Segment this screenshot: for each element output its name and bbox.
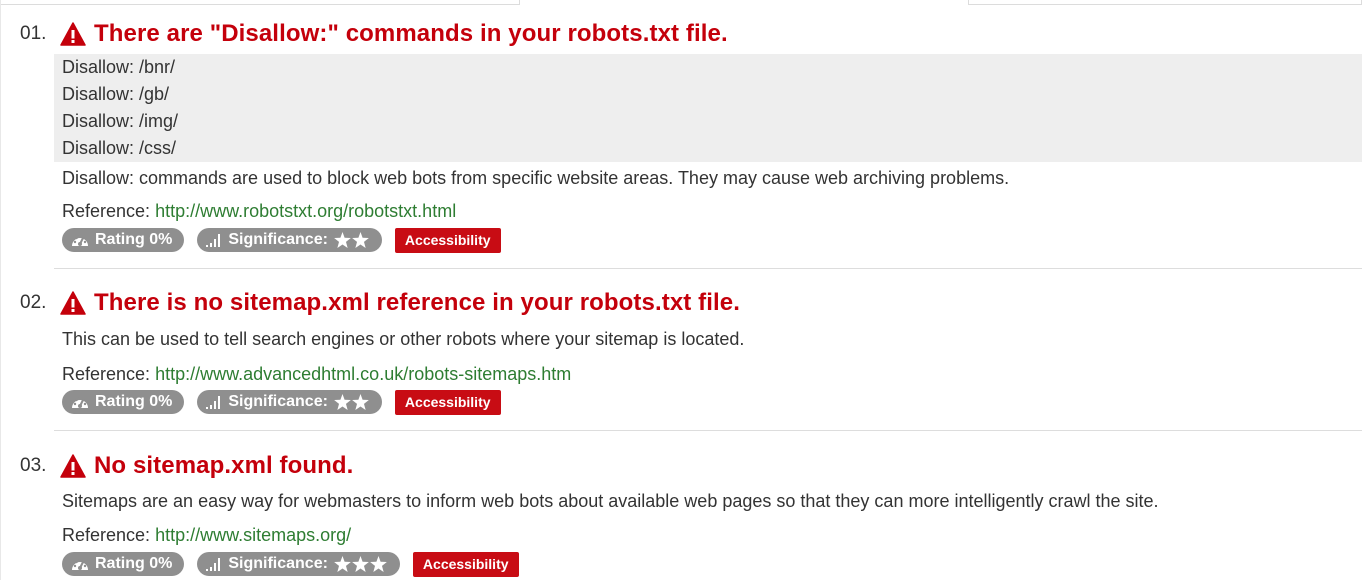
warning-triangle-icon [60,22,86,46]
signal-bars-icon [206,234,221,247]
item-divider [54,268,1362,269]
significance-badge: Significance: [197,228,382,252]
issue-number: 03. [20,455,47,476]
reference-link[interactable]: http://www.robotstxt.org/robotstxt.html [155,201,456,221]
robots-disallow-code: Disallow: /bnr/ Disallow: /gb/ Disallow:… [54,54,1362,162]
star-icon [352,394,369,410]
tab-edge-right[interactable] [968,0,1362,5]
signal-bars-icon [206,558,221,571]
tab-edge-left[interactable] [0,0,520,5]
issue-badges: Rating 0% Significance: Accessibility [62,227,501,253]
significance-label: Significance: [228,231,328,248]
issue-description: Disallow: commands are used to block web… [62,168,1010,188]
top-tab-bar [0,0,1362,6]
reference-label: Reference: [62,364,151,384]
rating-badge: Rating 0% [62,552,185,576]
issue-title: There is no sitemap.xml reference in you… [94,289,740,316]
dashboard-gauge-icon [72,234,88,246]
significance-label: Significance: [228,393,328,410]
reference-label: Reference: [62,201,151,221]
issue-badges: Rating 0% Significance: Accessibility [62,389,501,415]
star-icon [370,556,387,572]
issue-description: This can be used to tell search engines … [62,329,745,349]
reference-link[interactable]: http://www.sitemaps.org/ [155,525,351,545]
significance-badge: Significance: [197,390,382,414]
star-icon [352,232,369,248]
category-badge: Accessibility [412,551,519,577]
warning-triangle-icon [60,454,86,478]
item-divider [54,430,1362,431]
significance-stars [334,232,370,248]
signal-bars-icon [206,396,221,409]
reference-link[interactable]: http://www.advancedhtml.co.uk/robots-sit… [155,364,571,384]
rating-label: Rating 0% [95,393,173,410]
rating-badge: Rating 0% [62,390,185,414]
warning-triangle-icon [60,291,86,315]
left-border [0,0,1,580]
code-line: Disallow: /css/ [62,138,177,158]
star-icon [334,232,351,248]
code-line: Disallow: /bnr/ [62,57,176,77]
issue-heading: 02. There is no sitemap.xml reference in… [20,286,740,320]
rating-label: Rating 0% [95,231,173,248]
dashboard-gauge-icon [72,396,88,408]
code-line: Disallow: /img/ [62,111,179,131]
significance-stars [334,394,370,410]
star-icon [334,394,351,410]
issue-heading: 01. There are "Disallow:" commands in yo… [20,17,728,51]
dashboard-gauge-icon [72,558,88,570]
significance-badge: Significance: [197,552,400,576]
significance-stars [334,556,388,572]
star-icon [334,556,351,572]
reference-label: Reference: [62,525,151,545]
issue-title: No sitemap.xml found. [94,452,354,479]
category-badge: Accessibility [394,389,501,415]
code-line: Disallow: /gb/ [62,84,170,104]
issue-title: There are "Disallow:" commands in your r… [94,20,728,47]
issue-reference: Reference: http://www.sitemaps.org/ [62,525,351,546]
issue-number: 02. [20,292,47,313]
issue-reference: Reference: http://www.robotstxt.org/robo… [62,201,456,222]
issue-heading: 03. No sitemap.xml found. [20,449,353,483]
issue-number: 01. [20,23,47,44]
rating-badge: Rating 0% [62,228,185,252]
rating-label: Rating 0% [95,555,173,572]
tab-edge-middle[interactable] [520,0,968,5]
issue-reference: Reference: http://www.advancedhtml.co.uk… [62,364,571,385]
star-icon [352,556,369,572]
issue-badges: Rating 0% Significance: Accessibility [62,551,519,577]
category-badge: Accessibility [394,227,501,253]
issue-description: Sitemaps are an easy way for webmasters … [62,491,1159,511]
significance-label: Significance: [228,555,328,572]
